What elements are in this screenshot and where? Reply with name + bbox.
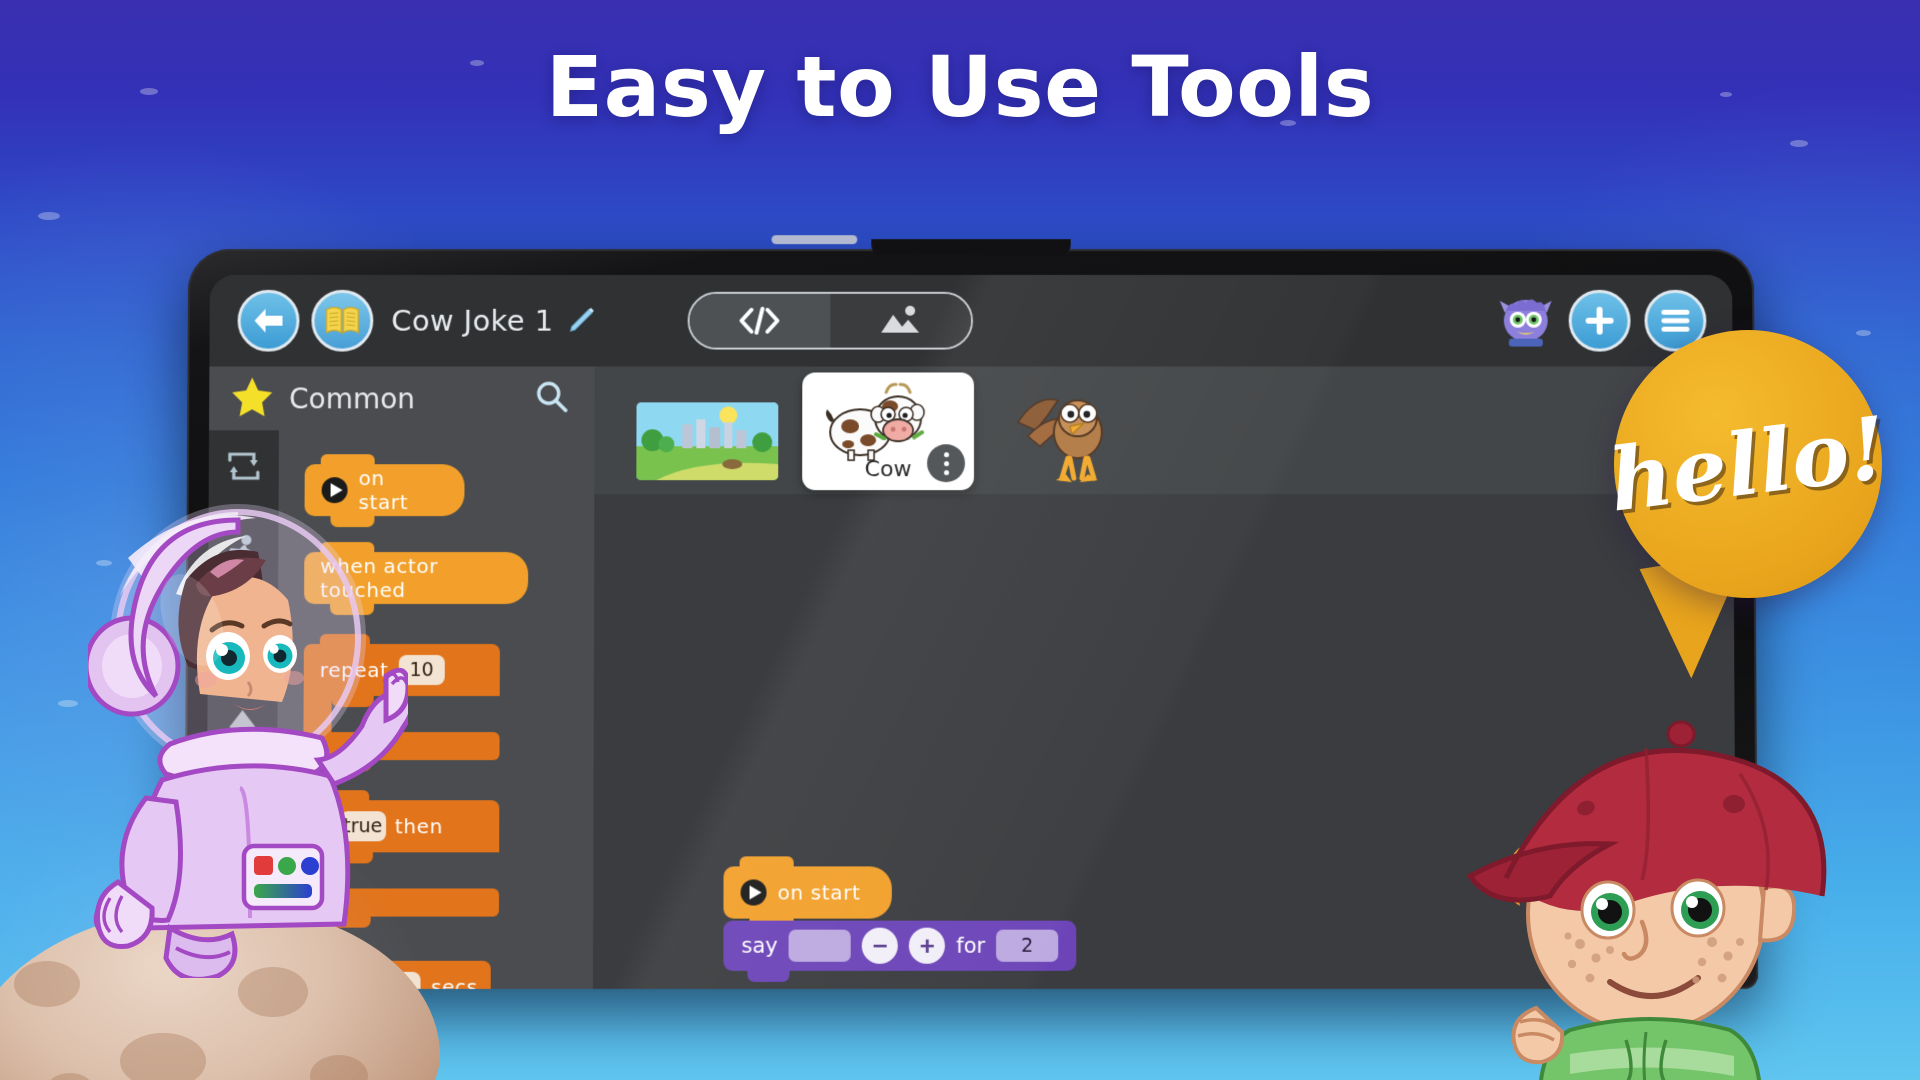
menu-dot (943, 451, 949, 457)
boy-illustration (1466, 720, 1827, 1080)
code-brackets-icon (736, 306, 782, 336)
crater (46, 1073, 94, 1080)
block-label-for: for (956, 933, 986, 958)
hamburger-icon (1661, 309, 1690, 332)
boy-with-cap-character (1450, 692, 1850, 1080)
script-block-say[interactable]: say − + for 2 (723, 920, 1077, 971)
actor-thumbnail-bird[interactable] (1012, 382, 1130, 486)
say-plus-button[interactable]: + (909, 927, 946, 964)
crater (14, 961, 80, 1007)
astronaut-illustration (83, 504, 415, 982)
crater (120, 1033, 206, 1080)
device-camera-notch (871, 239, 1071, 256)
say-duration-field[interactable]: 2 (996, 929, 1059, 962)
cow-icon (825, 378, 928, 462)
edit-title-button[interactable] (565, 306, 595, 336)
monster-avatar[interactable] (1497, 295, 1555, 347)
actor-bar: Cow (594, 366, 1734, 495)
star-speck (38, 212, 60, 220)
app-toolbar: Cow Joke 1 (209, 274, 1733, 367)
speech-bubble-text: hello! (1604, 396, 1892, 532)
star-speck (1790, 140, 1808, 147)
library-button[interactable] (311, 289, 374, 352)
crater (310, 1055, 368, 1080)
actor-card-cow[interactable]: Cow (802, 372, 974, 491)
play-icon (740, 879, 767, 906)
monster-icon (1499, 299, 1552, 347)
plus-icon (1585, 306, 1614, 335)
say-minus-button[interactable]: − (861, 927, 899, 964)
background-thumbnail[interactable] (636, 402, 779, 481)
bird-icon (1012, 382, 1130, 486)
block-label: on start (777, 880, 861, 905)
say-text-field[interactable] (788, 929, 851, 962)
project-title[interactable]: Cow Joke 1 (391, 304, 553, 338)
tab-code-view[interactable] (689, 293, 830, 348)
add-button[interactable] (1568, 289, 1631, 352)
book-icon (326, 307, 360, 335)
block-label-say: say (741, 933, 778, 958)
tab-scene-view[interactable] (829, 293, 971, 348)
background-scene-icon (636, 402, 779, 481)
star-icon (231, 375, 273, 422)
palette-category-label: Common (289, 381, 416, 415)
loop-icon (228, 453, 260, 481)
page-title: Easy to Use Tools (545, 38, 1375, 136)
search-icon (537, 381, 569, 413)
script-stack[interactable]: on start say − + for 2 (723, 866, 1077, 971)
speech-bubble: hello! (1604, 330, 1892, 598)
sidebar-item-loop[interactable] (224, 448, 264, 489)
view-toggle[interactable] (687, 291, 973, 350)
script-block-on-start[interactable]: on start (723, 866, 892, 919)
back-button[interactable] (237, 289, 300, 352)
star-glyph (232, 377, 273, 417)
image-landscape-icon (881, 305, 920, 333)
star-speck (58, 700, 78, 707)
pencil-icon (565, 306, 595, 336)
menu-dot (943, 469, 949, 475)
device-speaker (771, 235, 858, 245)
back-arrow-icon (255, 309, 284, 334)
palette-header: Common (209, 366, 595, 431)
astronaut-girl-character (83, 498, 415, 982)
menu-dot (943, 460, 949, 466)
actor-menu-button[interactable] (927, 444, 966, 483)
search-button[interactable] (535, 379, 569, 418)
